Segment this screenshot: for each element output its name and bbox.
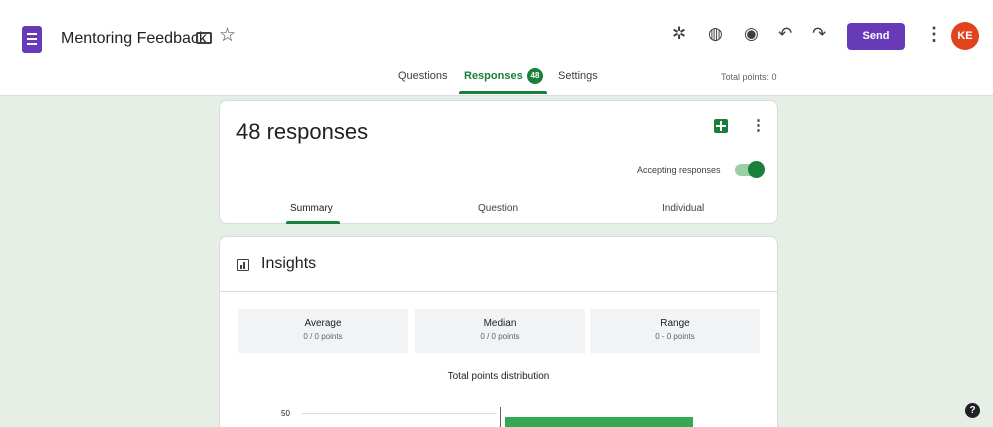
preview-icon[interactable]: ◉ — [744, 26, 759, 43]
star-icon[interactable]: ☆ — [219, 26, 236, 45]
forms-icon[interactable] — [22, 26, 42, 53]
subtab-indicator — [286, 221, 340, 224]
tab-questions[interactable]: Questions — [398, 70, 448, 82]
send-button[interactable]: Send — [847, 23, 905, 50]
tab-responses[interactable]: Responses — [464, 70, 523, 82]
divider — [220, 291, 777, 292]
total-points: Total points: 0 — [721, 72, 777, 82]
responses-card: 48 responses ⋮ Accepting responses Summa… — [219, 100, 778, 224]
insights-card: Insights Average 0 / 0 points Median 0 /… — [219, 236, 778, 427]
stat-range: Range 0 - 0 points — [590, 309, 760, 353]
palette-icon[interactable]: ◍ — [708, 26, 723, 43]
top-bar: Mentoring Feedback ☆ ✲ ◍ ◉ ↶ ↷ Send ⋮ KE… — [0, 0, 993, 96]
stat-label: Range — [660, 318, 690, 329]
stat-average: Average 0 / 0 points — [238, 309, 408, 353]
responses-count: 48 responses — [236, 119, 369, 144]
addons-icon[interactable]: ✲ — [672, 26, 686, 43]
more-options-icon[interactable]: ⋮ — [751, 116, 766, 134]
form-title[interactable]: Mentoring Feedback — [61, 30, 207, 48]
folder-icon[interactable] — [196, 32, 212, 44]
stat-label: Average — [304, 318, 342, 329]
avatar[interactable]: KE — [951, 22, 979, 50]
responses-count-badge: 48 — [527, 68, 543, 84]
stat-label: Median — [483, 318, 517, 329]
distribution-bar — [505, 417, 693, 427]
active-tab-indicator — [459, 91, 547, 94]
subtab-summary[interactable]: Summary — [290, 203, 333, 214]
sheets-icon[interactable] — [714, 119, 728, 133]
distribution-title: Total points distribution — [447, 371, 550, 382]
help-icon[interactable]: ? — [965, 403, 980, 418]
accepting-responses-label: Accepting responses — [637, 165, 721, 175]
insights-title: Insights — [261, 255, 317, 272]
gridline — [302, 413, 497, 414]
axis-tick-label: 50 — [281, 409, 290, 418]
more-icon[interactable]: ⋮ — [925, 25, 943, 43]
toggle-knob[interactable] — [748, 161, 765, 178]
subtab-individual[interactable]: Individual — [662, 203, 704, 214]
tab-settings[interactable]: Settings — [558, 70, 598, 82]
redo-icon[interactable]: ↷ — [812, 26, 826, 43]
subtab-question[interactable]: Question — [478, 203, 518, 214]
axis-line — [500, 407, 501, 427]
stat-median: Median 0 / 0 points — [415, 309, 585, 353]
stat-value: 0 - 0 points — [655, 332, 695, 341]
stat-value: 0 / 0 points — [303, 332, 343, 341]
insights-chart-icon — [237, 259, 249, 271]
undo-icon[interactable]: ↶ — [778, 26, 792, 43]
stat-value: 0 / 0 points — [480, 332, 520, 341]
